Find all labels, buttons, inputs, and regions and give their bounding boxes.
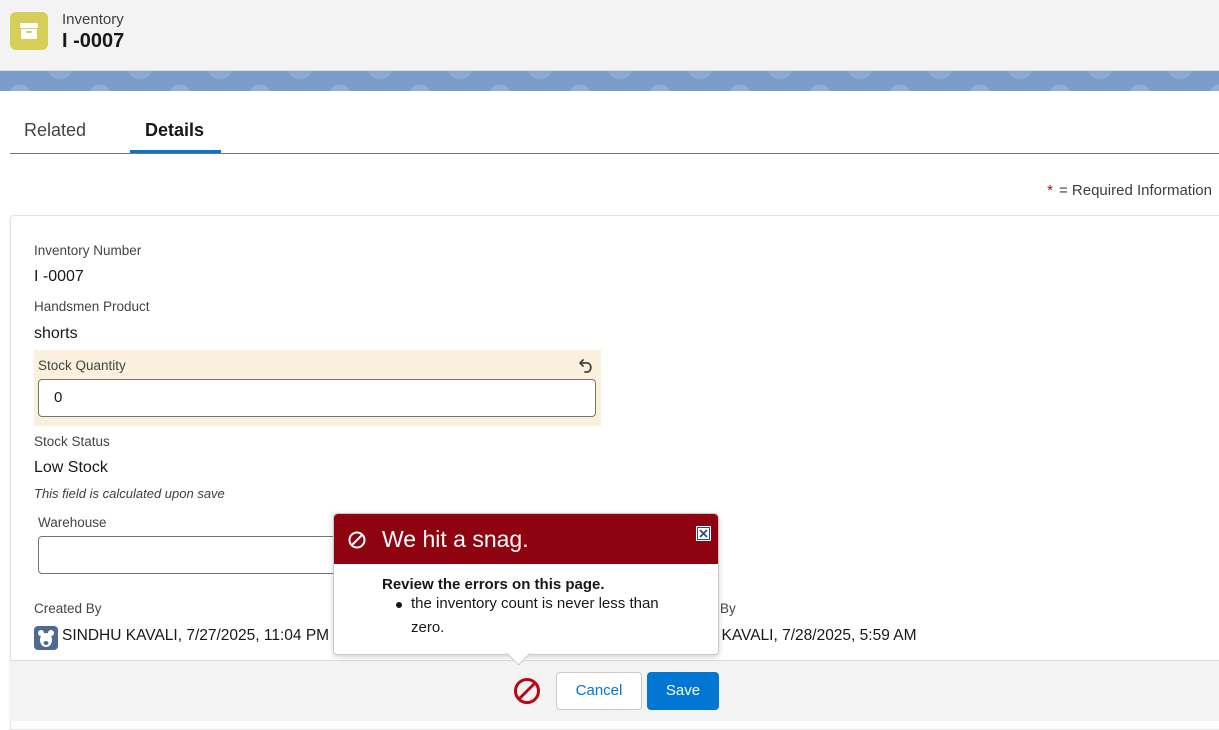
save-button[interactable]: Save — [647, 672, 719, 710]
error-popover-subtitle: Review the errors on this page. — [382, 576, 605, 593]
modified-by-value: U KAVALI, 7/28/2025, 5:59 AM — [706, 627, 917, 645]
modified-by-label: By — [720, 601, 736, 616]
required-star: * — [1047, 182, 1053, 199]
created-by-timestamp: , 7/27/2025, 11:04 PM — [177, 627, 330, 644]
error-list: the inventory count is never less than z… — [396, 592, 696, 640]
error-list-item[interactable]: the inventory count is never less than z… — [396, 592, 696, 640]
stock-status-hint: This field is calculated upon save — [34, 486, 225, 501]
created-by-user-link[interactable]: SINDHU KAVALI — [62, 627, 178, 644]
object-type-label: Inventory — [62, 11, 124, 28]
decorative-banner — [0, 71, 1219, 91]
record-title: I -0007 — [62, 30, 125, 52]
handsmen-product-value[interactable]: shorts — [34, 325, 78, 343]
inventory-number-label: Inventory Number — [34, 243, 142, 258]
record-tabs: Related Details — [10, 108, 1219, 154]
error-indicator-icon[interactable] — [513, 677, 541, 710]
warehouse-input[interactable] — [38, 536, 338, 574]
stock-status-label: Stock Status — [34, 434, 110, 449]
archive-box-icon — [10, 12, 48, 50]
error-popover-header: We hit a snag. — [334, 514, 718, 564]
user-avatar-icon — [34, 626, 58, 650]
tab-details[interactable]: Details — [145, 120, 204, 141]
stock-quantity-input[interactable]: 0 — [38, 379, 596, 417]
modified-by-timestamp: , 7/28/2025, 5:59 AM — [773, 627, 917, 644]
stock-quantity-label: Stock Quantity — [38, 358, 126, 373]
required-info-text: = Required Information — [1058, 182, 1212, 199]
inventory-number-value: I -0007 — [34, 268, 84, 285]
error-popover: We hit a snag. Review the errors on this… — [333, 513, 719, 666]
active-tab-indicator — [130, 150, 221, 153]
handsmen-product-label: Handsmen Product — [34, 299, 150, 314]
cancel-button[interactable]: Cancel — [556, 672, 642, 710]
required-info-note: * = Required Information — [1047, 182, 1212, 199]
ban-icon — [348, 531, 366, 554]
warehouse-label: Warehouse — [38, 515, 107, 530]
record-header: Inventory I -0007 — [0, 0, 1219, 71]
stock-status-value: Low Stock — [34, 459, 108, 476]
tab-related[interactable]: Related — [24, 120, 86, 141]
created-by-value: SINDHU KAVALI, 7/27/2025, 11:04 PM — [62, 627, 329, 645]
close-icon[interactable] — [695, 525, 712, 542]
created-by-label: Created By — [34, 601, 102, 616]
error-popover-title: We hit a snag. — [382, 526, 529, 552]
undo-icon[interactable] — [578, 356, 596, 379]
